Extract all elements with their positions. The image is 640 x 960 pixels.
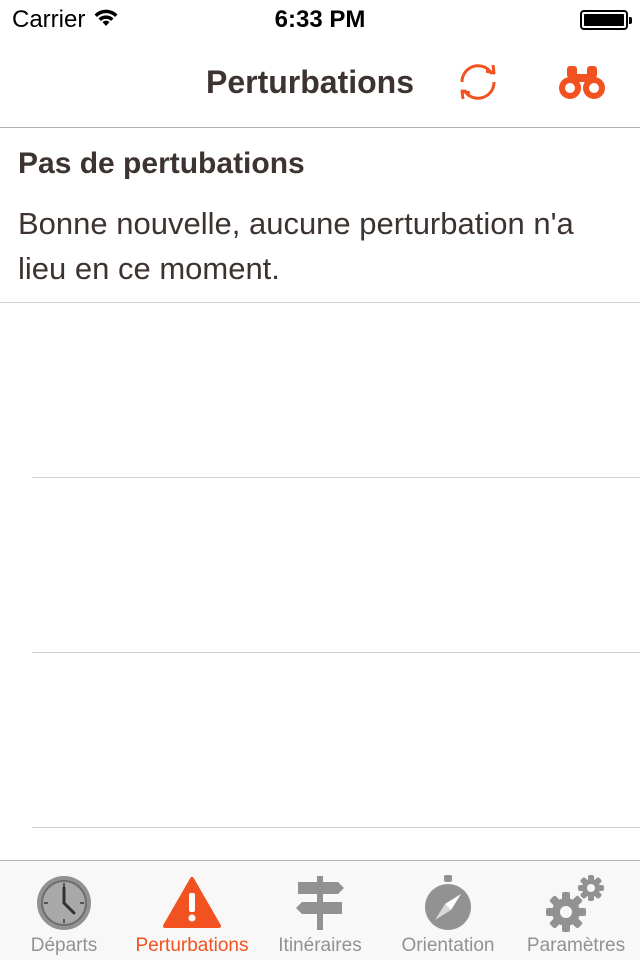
message-body: Bonne nouvelle, aucune perturbation n'a …	[18, 206, 574, 286]
page-title: Perturbations	[205, 64, 415, 100]
binoculars-icon	[558, 64, 606, 105]
signpost-icon	[290, 873, 350, 933]
tab-label: Paramètres	[526, 935, 626, 956]
tab-perturbations[interactable]: Perturbations	[128, 861, 256, 960]
tab-itineraires[interactable]: Itinéraires	[256, 861, 384, 960]
warning-icon	[162, 873, 222, 933]
empty-table-row	[32, 303, 640, 478]
empty-table-row	[32, 478, 640, 653]
tab-label: Itinéraires	[278, 935, 362, 956]
tab-orientation[interactable]: Orientation	[384, 861, 512, 960]
navigation-bar: Perturbations	[0, 40, 640, 128]
tab-parametres[interactable]: Paramètres	[512, 861, 640, 960]
tab-label: Perturbations	[135, 935, 249, 956]
status-time: 6:33 PM	[274, 6, 366, 33]
no-disruption-message: Pas de pertubations Bonne nouvelle, aucu…	[0, 129, 640, 303]
compass-icon	[418, 873, 478, 933]
refresh-icon	[455, 62, 501, 107]
tab-label: Orientation	[401, 935, 495, 956]
refresh-button[interactable]	[454, 60, 502, 108]
tab-departs[interactable]: Départs	[0, 861, 128, 960]
tab-bar: Départs Perturbations Itinéraires Orient…	[0, 860, 640, 960]
message-title: Pas de pertubations	[18, 147, 305, 180]
status-bar: Carrier 6:33 PM	[0, 0, 640, 40]
clock-icon	[34, 873, 94, 933]
search-button[interactable]	[558, 60, 606, 108]
empty-table-row	[32, 653, 640, 828]
tab-label: Départs	[30, 935, 98, 956]
gears-icon	[546, 873, 606, 933]
battery-icon	[580, 10, 632, 30]
